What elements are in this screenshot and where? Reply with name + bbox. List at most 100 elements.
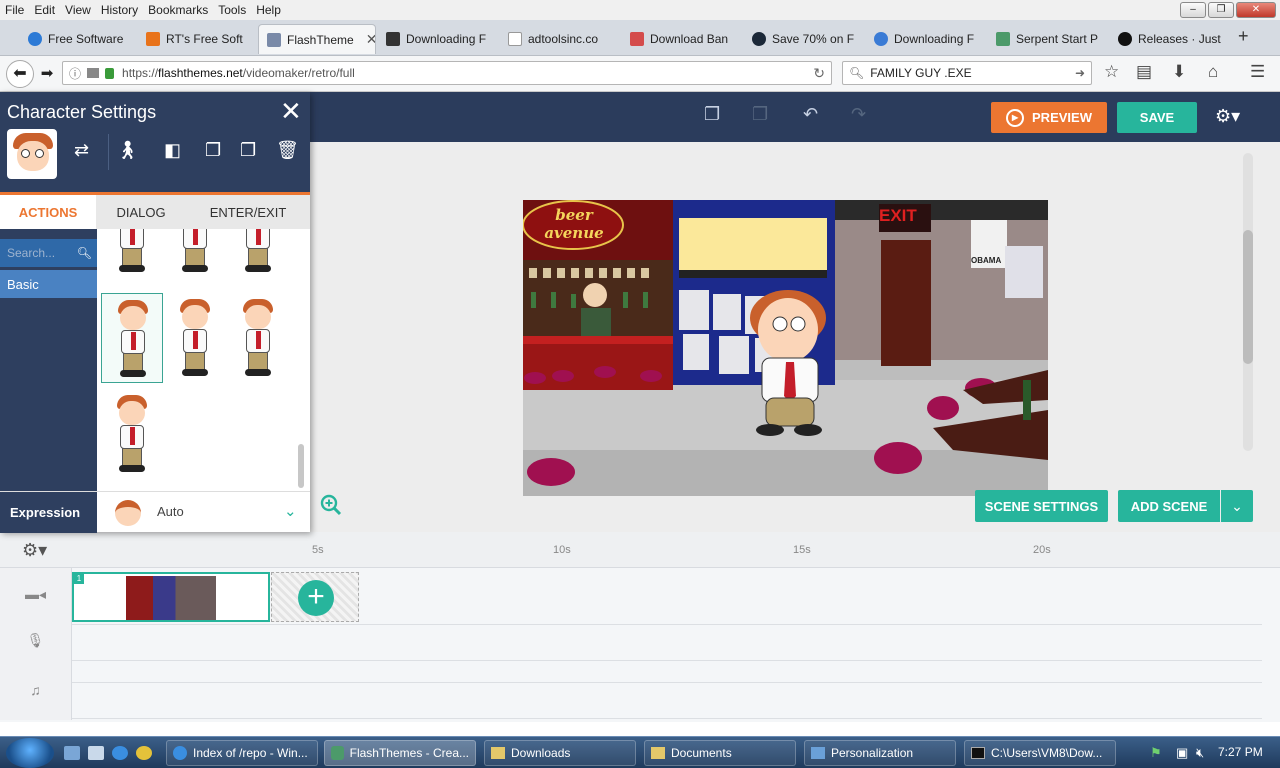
menu-view[interactable]: View [60,3,96,17]
tab-rts-free-soft[interactable]: RT's Free Soft [138,24,256,54]
preview-button[interactable]: ▶ PREVIEW [991,102,1107,133]
menu-help[interactable]: Help [251,3,286,17]
taskbar-item-flashthemes[interactable]: FlashThemes - Crea... [324,740,476,766]
save-button[interactable]: SAVE [1117,102,1197,133]
go-arrow-icon[interactable]: ➜ [1075,66,1085,80]
action-thumbnail-selected[interactable] [101,293,163,383]
tab-actions[interactable]: ACTIONS [0,195,96,229]
close-tab-icon[interactable]: ✕ [366,31,375,48]
swap-character-icon[interactable]: ⇄ [74,140,89,161]
tab-releases[interactable]: Releases · Just [1110,24,1228,54]
tab-free-software[interactable]: Free Software [20,24,138,54]
add-plus-icon[interactable]: + [298,580,334,616]
action-thumbnail[interactable] [101,389,163,479]
walk-path-icon[interactable]: 🚶︎ [116,140,139,161]
tab-serpent[interactable]: Serpent Start P [988,24,1106,54]
paste-icon[interactable]: ❐ [752,104,768,125]
redo-icon[interactable]: ↷ [851,104,866,125]
scene-stage[interactable]: beer avenue EXIT OBAMA [523,200,1048,496]
ban-icon [630,32,644,46]
url-domain: flashthemes.net [158,66,243,80]
taskbar-item-personalization[interactable]: Personalization [804,740,956,766]
volume-muted-icon[interactable]: 🔇︎ [1196,745,1204,761]
add-clip-slot[interactable]: + [271,572,359,622]
add-scene-dropdown[interactable]: ⌄ [1221,490,1253,522]
show-desktop-icon[interactable] [64,746,80,760]
character-avatar[interactable] [7,129,57,179]
action-thumbnail[interactable] [227,229,289,279]
console-icon [971,747,985,759]
timeline-scrollbar[interactable] [0,722,1280,736]
trash-icon[interactable]: 🗑︎ [276,140,299,161]
start-button[interactable] [6,738,54,768]
close-panel-icon[interactable]: ✕ [280,96,302,127]
taskbar-item-index-repo[interactable]: Index of /repo - Win... [166,740,318,766]
menu-file[interactable]: File [0,3,29,17]
undo-icon[interactable]: ↶ [803,104,818,125]
taskbar-item-cmd[interactable]: C:\Users\VM8\Dow... [964,740,1116,766]
network-icon[interactable]: ▣ [1176,745,1188,761]
taskbar-label: Index of /repo - Win... [193,746,308,760]
tab-dialog[interactable]: DIALOG [96,195,186,229]
reading-list-icon[interactable]: ▤ [1136,62,1152,82]
action-center-icon[interactable]: ⚑ [1150,745,1162,761]
url-bar[interactable]: ⓘ https:// flashthemes.net /videomaker/r… [62,61,832,85]
chevron-down-icon[interactable]: ⌄ [284,502,297,520]
forward-button[interactable]: ➡ [36,64,58,86]
search-input[interactable]: 🔍︎ FAMILY GUY .EXE ➜ [842,61,1092,85]
add-scene-button[interactable]: ADD SCENE [1118,490,1220,522]
downloads-icon[interactable]: ⬇ [1172,62,1186,82]
action-thumbnail[interactable] [164,293,226,383]
zoom-in-icon[interactable] [320,494,342,516]
settings-gear-icon[interactable]: ⚙▾ [1215,106,1240,127]
taskbar-item-downloads[interactable]: Downloads [484,740,636,766]
action-thumbnail[interactable] [227,293,289,383]
menu-edit[interactable]: Edit [29,3,60,17]
info-icon[interactable]: ⓘ [69,65,81,82]
expression-row[interactable]: Expression Auto ⌄ [0,491,310,533]
clock[interactable]: 7:27 PM [1218,745,1263,759]
explorer-icon[interactable] [88,746,104,760]
restore-button[interactable]: ❐ [1208,2,1234,18]
scene-settings-button[interactable]: SCENE SETTINGS [975,490,1108,522]
stage-scrollbar-thumb[interactable] [1243,230,1253,364]
copy-icon[interactable]: ❐ [704,104,720,125]
steam-icon [752,32,766,46]
minimize-button[interactable]: – [1180,2,1206,18]
flip-icon[interactable]: ◧ [164,140,181,161]
copy-icon[interactable]: ❐ [205,140,221,161]
taskbar-item-documents[interactable]: Documents [644,740,796,766]
url-prefix: https:// [122,66,159,80]
new-tab-button[interactable]: + [1238,26,1249,47]
tab-save-70[interactable]: Save 70% on F [744,24,862,54]
tab-download-ban[interactable]: Download Ban [622,24,740,54]
paste-icon[interactable]: ❐ [240,140,256,161]
reload-icon[interactable]: ↻ [813,65,825,82]
back-button[interactable]: ⬅ [6,60,34,88]
track-divider [72,660,1262,661]
action-thumbnail[interactable] [101,229,163,279]
scene-clip[interactable]: 1 [72,572,270,622]
tab-downloading-2[interactable]: Downloading F [866,24,984,54]
menu-bookmarks[interactable]: Bookmarks [143,3,213,17]
category-basic[interactable]: Basic [0,270,97,298]
action-search-input[interactable]: Search... 🔍︎ [0,239,97,267]
tab-enter-exit[interactable]: ENTER/EXIT [186,195,310,229]
tab-label: ENTER/EXIT [209,204,287,220]
tab-flashthemes[interactable]: FlashTheme ✕ [258,24,376,54]
menu-tools[interactable]: Tools [213,3,251,17]
action-grid-scrollbar[interactable] [298,444,304,488]
home-icon[interactable]: ⌂ [1208,62,1218,82]
internet-explorer-icon[interactable] [112,746,128,760]
chrome-icon[interactable] [136,746,152,760]
action-thumbnail[interactable] [164,229,226,279]
close-window-button[interactable]: ✕ [1236,2,1276,18]
menu-history[interactable]: History [96,3,143,17]
music-track-label: ♫ [0,660,72,720]
tab-downloading-1[interactable]: Downloading F [378,24,496,54]
hamburger-menu-icon[interactable]: ☰ [1250,62,1265,82]
timeline-settings-gear-icon[interactable]: ⚙▾ [22,540,47,561]
category-label: Basic [7,276,39,292]
bookmark-star-icon[interactable]: ☆ [1104,62,1119,82]
tab-adtoolsinc[interactable]: adtoolsinc.co [500,24,618,54]
